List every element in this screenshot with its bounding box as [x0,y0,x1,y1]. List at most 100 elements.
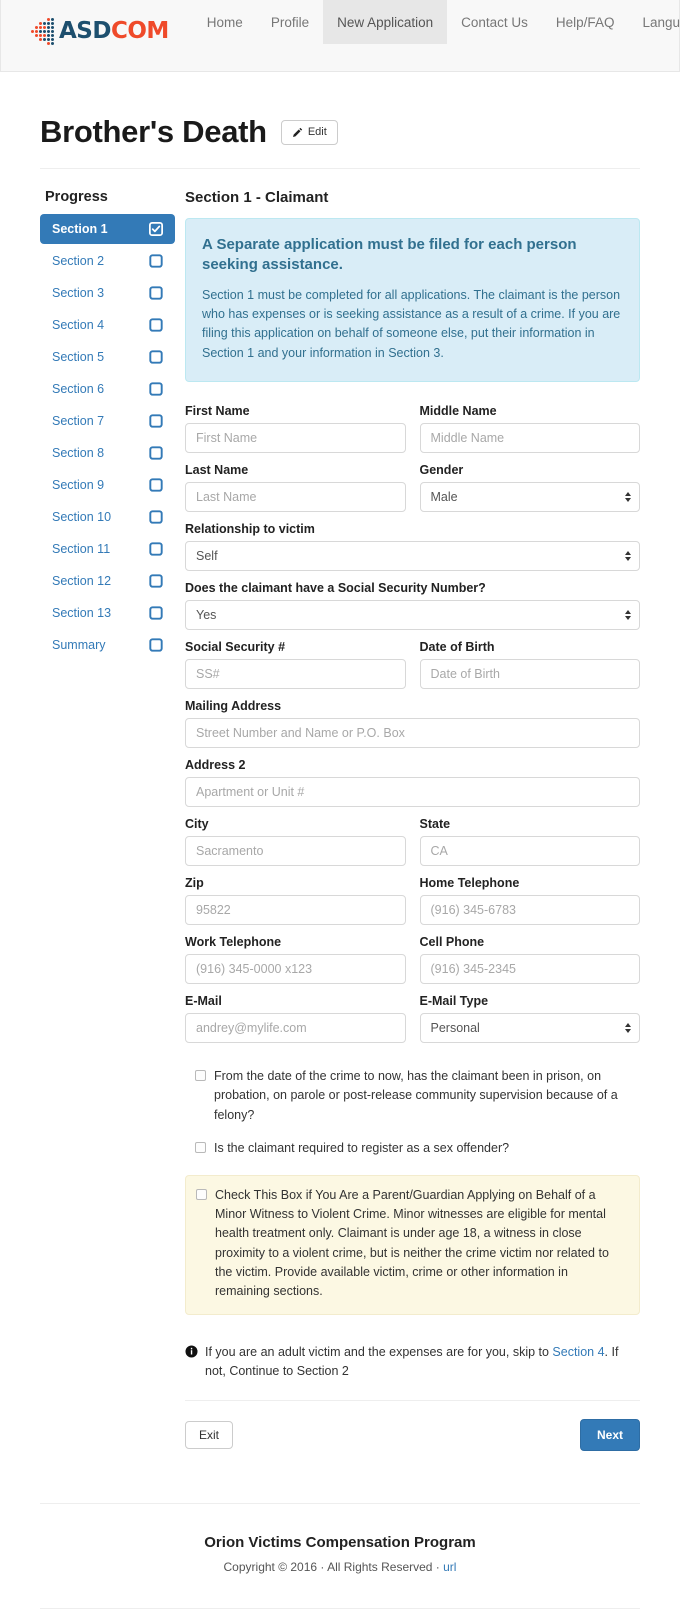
sidebar-item-label: Section 3 [52,286,105,300]
empty-square-icon [149,638,163,652]
ssn-label: Social Security # [185,640,286,654]
sidebar-item-label: Section 11 [52,542,111,556]
home-telephone-label: Home Telephone [419,876,520,890]
empty-square-icon [149,606,163,620]
middle-name-input[interactable]: Middle Name [419,423,640,453]
last-name-label: Last Name [185,463,249,477]
gender-label: Gender [419,463,464,477]
last-name-input[interactable]: Last Name [185,482,406,512]
next-button[interactable]: Next [579,1418,640,1451]
sidebar-item-section-10[interactable]: Section 10 [40,502,175,532]
nav-item-profile[interactable]: Profile [257,0,323,44]
empty-square-icon [149,414,163,428]
minor-witness-checkbox-label: Check This Box if You Are a Parent/Guard… [215,1187,609,1299]
sidebar-item-label: Section 12 [52,574,112,588]
alert-body: Section 1 must be completed for all appl… [202,287,621,360]
sidebar-item-label: Section 9 [52,478,105,492]
sidebar-item-section-12[interactable]: Section 12 [40,566,175,596]
relationship-label: Relationship to victim [185,522,315,536]
zip-label: Zip [185,876,204,890]
cell-phone-label: Cell Phone [419,935,485,949]
state-input[interactable]: CA [419,836,640,866]
relationship-select[interactable]: Self [185,541,640,571]
sidebar-item-label: Section 13 [52,606,112,620]
brand-logo[interactable]: ASDCOM [1,0,169,45]
empty-square-icon [149,286,163,300]
page-title: Brother's Death [40,114,267,149]
empty-square-icon [149,382,163,396]
sidebar-item-section-11[interactable]: Section 11 [40,534,175,564]
mailing-address-label: Mailing Address [185,699,282,713]
empty-square-icon [149,254,163,268]
nav-item-help-faq[interactable]: Help/FAQ [542,0,629,44]
sidebar-item-section-5[interactable]: Section 5 [40,342,175,372]
sex-offender-checkbox[interactable] [195,1142,206,1154]
skip-note: If you are an adult victim and the expen… [185,1343,640,1382]
sidebar-item-section-2[interactable]: Section 2 [40,246,175,276]
nav-item-language[interactable]: Language [628,0,680,44]
footer-url-link[interactable]: url [443,1560,456,1574]
felony-checkbox-row: From the date of the crime to now, has t… [195,1067,640,1125]
first-name-label: First Name [185,404,250,418]
sidebar-item-section-4[interactable]: Section 4 [40,310,175,340]
empty-square-icon [149,382,163,396]
first-name-input[interactable]: First Name [185,423,406,453]
has-ssn-select[interactable]: Yes [185,600,640,630]
minor-witness-warning-box: Check This Box if You Are a Parent/Guard… [185,1174,640,1315]
ssn-input[interactable]: SS# [185,659,406,689]
empty-square-icon [149,510,163,524]
date-of-birth-label: Date of Birth [419,640,495,654]
empty-square-icon [149,286,163,300]
sidebar-item-section-1[interactable]: Section 1 [40,214,175,244]
date-of-birth-input[interactable]: Date of Birth [419,659,640,689]
cell-phone-input[interactable]: (916) 345-2345 [419,954,640,984]
email-type-select[interactable]: Personal [419,1013,640,1043]
skip-note-text-before: If you are an adult victim and the expen… [205,1344,553,1359]
nav-item-home[interactable]: Home [193,0,257,44]
felony-checkbox-label: From the date of the crime to now, has t… [214,1069,618,1122]
city-input[interactable]: Sacramento [185,836,406,866]
empty-square-icon [149,318,163,332]
email-input[interactable]: andrey@mylife.com [185,1013,406,1043]
nav-item-contact-us[interactable]: Contact Us [447,0,542,44]
empty-square-icon [149,350,163,364]
top-navbar: ASDCOM Home Profile New Application Cont… [0,0,680,72]
sidebar-item-section-6[interactable]: Section 6 [40,374,175,404]
progress-list: Section 1 Section 2 Section 3 Section 4 Sect… [40,214,175,660]
sidebar-item-label: Section 6 [52,382,105,396]
gender-select[interactable]: Male [419,482,640,512]
empty-square-icon [149,478,163,492]
bottom-divider [40,1607,640,1609]
empty-square-icon [149,318,163,332]
mailing-address-input[interactable]: Street Number and Name or P.O. Box [185,718,640,748]
empty-square-icon [149,350,163,364]
empty-square-icon [149,446,163,460]
sidebar-item-summary[interactable]: Summary [40,630,175,660]
sidebar-item-label: Section 8 [52,446,105,460]
sidebar-item-section-7[interactable]: Section 7 [40,406,175,436]
address2-input[interactable]: Apartment or Unit # [185,777,640,807]
sex-offender-checkbox-row: Is the claimant required to register as … [195,1139,640,1158]
edit-button[interactable]: Edit [280,119,338,145]
progress-heading: Progress [45,189,108,205]
empty-square-icon [149,638,163,652]
sidebar-item-section-3[interactable]: Section 3 [40,278,175,308]
footer-copyright: Copyright © 2016 · All Rights Reserved · [223,1559,444,1574]
city-label: City [185,817,209,831]
empty-square-icon [149,542,163,556]
logo-text-com: COM [110,18,169,44]
sidebar-item-section-8[interactable]: Section 8 [40,438,175,468]
section-4-link[interactable]: Section 4 [552,1345,604,1359]
empty-square-icon [149,574,163,588]
minor-witness-checkbox[interactable] [196,1188,207,1200]
work-telephone-input[interactable]: (916) 345-0000 x123 [185,954,406,984]
sidebar-item-section-13[interactable]: Section 13 [40,598,175,628]
form-content: Section 1 - Claimant A Separate applicat… [185,189,640,1451]
nav-item-new-application[interactable]: New Application [323,0,448,44]
home-telephone-input[interactable]: (916) 345-6783 [419,895,640,925]
email-type-label: E-Mail Type [419,994,489,1008]
exit-button[interactable]: Exit [185,1420,234,1449]
sidebar-item-section-9[interactable]: Section 9 [40,470,175,500]
zip-input[interactable]: 95822 [185,895,406,925]
felony-checkbox[interactable] [195,1070,206,1081]
